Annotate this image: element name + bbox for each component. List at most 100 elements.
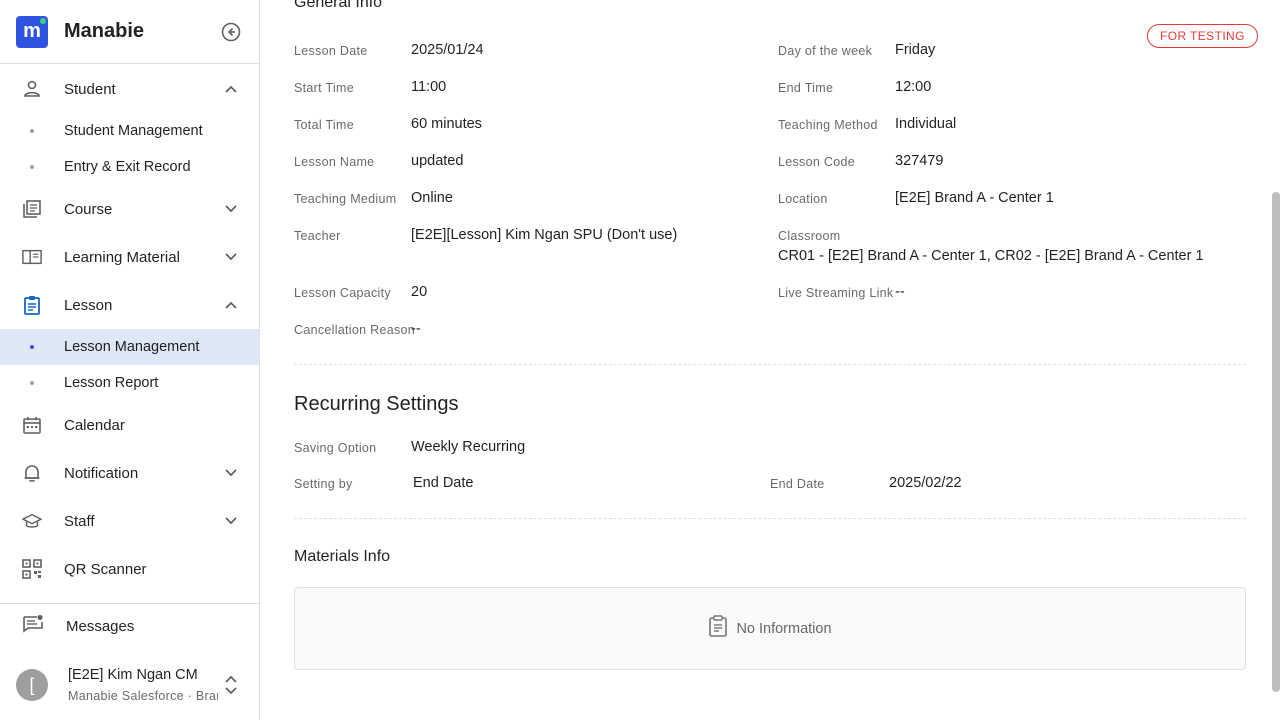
classroom-value: CR01 - [E2E] Brand A - Center 1, CR02 - … (778, 248, 1204, 264)
end-date-value: 2025/02/22 (889, 475, 962, 491)
sidebar-item-label: Lesson Report (64, 375, 159, 391)
lesson-code-label: Lesson Code (778, 155, 855, 169)
sidebar-item-label: Learning Material (64, 248, 180, 266)
bullet-icon (30, 165, 34, 169)
setting-by-label: Setting by (294, 477, 353, 491)
end-date-label: End Date (770, 477, 825, 491)
chevron-up-icon (223, 81, 239, 97)
app-root: m Manabie Student Student Management Ent… (0, 0, 1280, 720)
user-name: [E2E] Kim Ngan CM (68, 667, 198, 683)
day-of-week-value: Friday (895, 42, 936, 58)
setting-by-value: End Date (413, 475, 474, 491)
teaching-medium-label: Teaching Medium (294, 192, 397, 206)
cancellation-reason-value: -- (411, 321, 421, 337)
sidebar-nav: Student Student Management Entry & Exit … (0, 65, 259, 593)
user-organization: Manabie Salesforce · Brar (68, 689, 218, 703)
sidebar-item-student[interactable]: Student (0, 65, 259, 113)
clipboard-icon (708, 615, 728, 642)
sidebar-item-entry-exit-record[interactable]: Entry & Exit Record (0, 149, 259, 185)
total-time-value: 60 minutes (411, 116, 482, 132)
sidebar-item-calendar[interactable]: Calendar (0, 401, 259, 449)
for-testing-badge: FOR TESTING (1147, 24, 1258, 48)
sidebar-item-label: Entry & Exit Record (64, 159, 191, 175)
user-account-menu[interactable]: [ [E2E] Kim Ngan CM Manabie Salesforce ·… (0, 650, 259, 720)
collapse-sidebar-icon[interactable] (219, 20, 243, 44)
user-info: [E2E] Kim Ngan CM Manabie Salesforce · B… (68, 667, 218, 703)
sidebar-item-lesson-management[interactable]: Lesson Management (0, 329, 259, 365)
sidebar-item-label: Staff (64, 512, 95, 530)
sidebar-item-lesson[interactable]: Lesson (0, 281, 259, 329)
sidebar-item-label: Calendar (64, 416, 125, 434)
sidebar-item-label: Student (64, 80, 116, 98)
sidebar-item-label: Student Management (64, 123, 203, 139)
start-time-label: Start Time (294, 81, 354, 95)
sidebar-item-learning-material[interactable]: Learning Material (0, 233, 259, 281)
bullet-icon (30, 345, 34, 349)
sidebar-item-label: Messages (66, 618, 135, 635)
course-book-icon (22, 199, 42, 219)
saving-option-label: Saving Option (294, 441, 377, 455)
avatar: [ (16, 669, 48, 701)
graduation-cap-icon (22, 511, 42, 531)
brand-header: m Manabie (0, 0, 259, 64)
brand-name: Manabie (64, 20, 145, 42)
lesson-code-value: 327479 (895, 153, 944, 169)
sidebar-item-label: QR Scanner (64, 560, 147, 578)
sidebar-item-label: Lesson (64, 296, 113, 314)
sidebar-item-qr-scanner[interactable]: QR Scanner (0, 545, 259, 593)
lesson-detail-content: General Info FOR TESTING Lesson Date 202… (260, 0, 1280, 720)
bullet-icon (30, 129, 34, 133)
cancellation-reason-label: Cancellation Reason (294, 323, 416, 337)
sidebar-item-label: Lesson Management (64, 339, 200, 355)
location-value: [E2E] Brand A - Center 1 (895, 190, 1054, 206)
materials-empty-state: No Information (294, 587, 1246, 670)
sidebar-item-messages[interactable]: Messages (0, 603, 259, 649)
person-icon (22, 79, 42, 99)
chevron-down-icon (223, 201, 239, 217)
teaching-method-value: Individual (895, 116, 957, 132)
sidebar-item-staff[interactable]: Staff (0, 497, 259, 545)
vertical-scrollbar[interactable] (1272, 192, 1280, 720)
teaching-medium-value: Online (411, 190, 453, 206)
no-information-text: No Information (736, 620, 832, 637)
general-info-title: General Info (294, 0, 383, 11)
sidebar-item-notification[interactable]: Notification (0, 449, 259, 497)
bell-icon (22, 463, 42, 483)
qr-code-icon (22, 559, 42, 579)
chevron-down-icon (223, 465, 239, 481)
start-time-value: 11:00 (411, 79, 447, 95)
lesson-name-label: Lesson Name (294, 155, 375, 169)
lesson-date-label: Lesson Date (294, 44, 368, 58)
teacher-label: Teacher (294, 229, 341, 243)
manabie-logo: m (16, 15, 48, 48)
section-divider (294, 518, 1246, 519)
sidebar-item-lesson-report[interactable]: Lesson Report (0, 365, 259, 401)
learning-material-icon (22, 247, 42, 267)
lesson-name-value: updated (411, 153, 464, 169)
recurring-settings-title: Recurring Settings (294, 393, 459, 415)
section-divider (294, 364, 1246, 365)
teaching-method-label: Teaching Method (778, 118, 878, 132)
day-of-week-label: Day of the week (778, 44, 873, 58)
scrollbar-thumb[interactable] (1272, 192, 1280, 692)
location-label: Location (778, 192, 828, 206)
classroom-label: Classroom (778, 229, 841, 243)
teacher-value: [E2E][Lesson] Kim Ngan SPU (Don't use) (411, 227, 678, 243)
chevron-down-icon (223, 513, 239, 529)
end-time-label: End Time (778, 81, 834, 95)
lesson-date-value: 2025/01/24 (411, 42, 484, 58)
sidebar-item-student-management[interactable]: Student Management (0, 113, 259, 149)
messages-icon (22, 614, 44, 639)
unfold-more-icon[interactable] (223, 674, 239, 696)
chevron-down-icon (223, 249, 239, 265)
calendar-icon (22, 415, 42, 435)
total-time-label: Total Time (294, 118, 354, 132)
bullet-icon (30, 381, 34, 385)
sidebar-item-label: Course (64, 200, 113, 218)
materials-info-title: Materials Info (294, 548, 391, 565)
sidebar-item-course[interactable]: Course (0, 185, 259, 233)
live-streaming-link-value: -- (895, 284, 905, 300)
sidebar: m Manabie Student Student Management Ent… (0, 0, 260, 720)
end-time-value: 12:00 (895, 79, 932, 95)
lesson-capacity-label: Lesson Capacity (294, 286, 391, 300)
